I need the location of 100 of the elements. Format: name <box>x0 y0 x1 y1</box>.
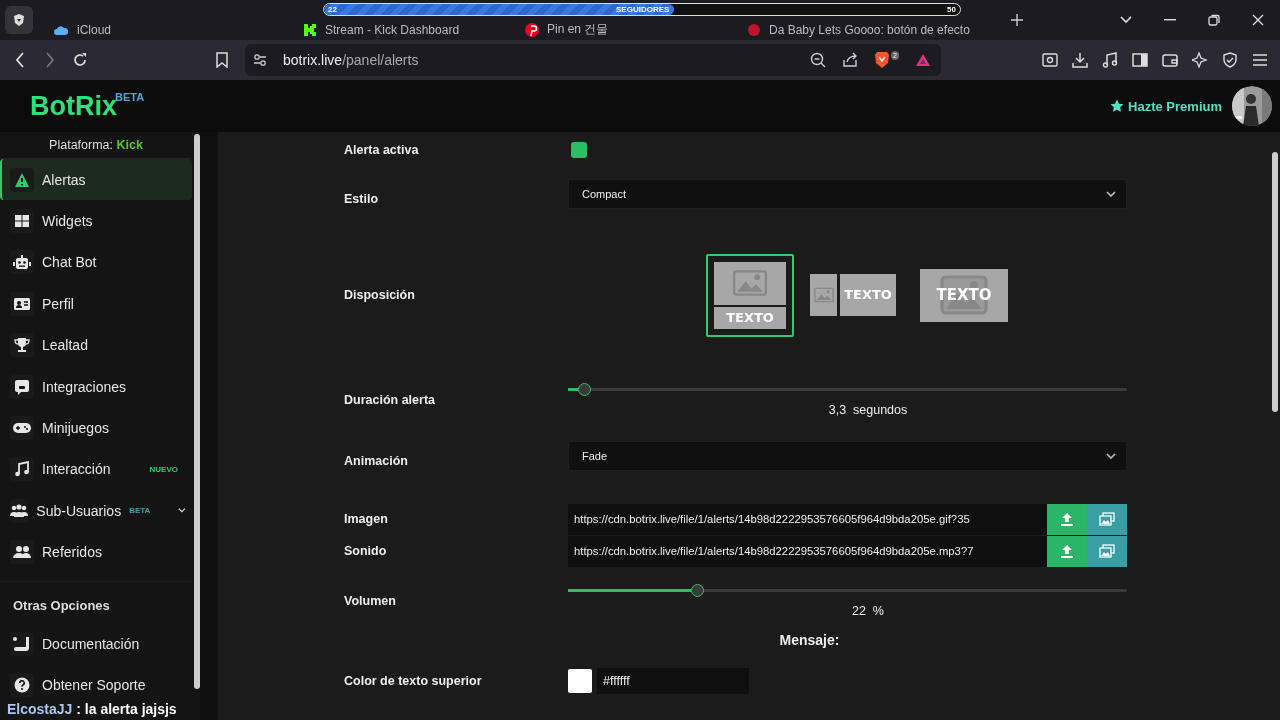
bookmark-icon <box>216 52 228 68</box>
slider[interactable] <box>568 584 1127 598</box>
sidebar-item[interactable]: Documentación <box>0 622 192 665</box>
sidebar-item[interactable]: Lealtad <box>0 324 192 366</box>
reload-icon <box>72 52 88 68</box>
field-label: Duración alerta <box>344 393 436 407</box>
slider-value: 3,3 segundos <box>828 403 908 417</box>
section-title: Otras Opciones <box>0 580 192 623</box>
field-label: Disposición <box>344 288 416 302</box>
download-icon <box>1072 52 1088 68</box>
grid-icon <box>14 213 30 230</box>
upload-icon <box>1060 512 1074 526</box>
sidebar-item[interactable]: Widgets <box>0 200 192 242</box>
wallet-icon <box>1162 52 1178 68</box>
field-label: Color de texto superior <box>344 674 483 688</box>
trophy-icon <box>14 337 30 354</box>
pin-logo-icon <box>525 22 539 37</box>
sidebar-item[interactable]: Sub-Usuarios BETA <box>0 490 192 532</box>
cloud-icon <box>53 23 69 36</box>
upload-icon <box>1060 544 1074 558</box>
chevron-down-icon <box>1106 190 1116 198</box>
shield-icon <box>12 13 26 27</box>
color-hex-input[interactable]: #ffffff <box>597 668 749 694</box>
sidebar-item[interactable]: Minijuegos <box>0 407 192 449</box>
sparkle-icon <box>1192 52 1208 68</box>
slider[interactable] <box>568 383 1127 397</box>
chevron-down-icon <box>1120 16 1132 24</box>
image-placeholder-icon <box>938 274 990 315</box>
sidebar-item[interactable]: Interacción NUEVO <box>0 448 192 491</box>
upload-button[interactable] <box>1047 503 1087 535</box>
minimize-icon <box>1164 19 1176 21</box>
field-label: Sonido <box>344 544 388 558</box>
warning-icon <box>14 171 30 188</box>
record-icon <box>747 22 761 37</box>
restore-icon <box>1208 14 1220 26</box>
sidebar-item[interactable]: Perfil <box>0 283 192 325</box>
scrollbar-thumb[interactable] <box>194 134 200 689</box>
sidebar-item[interactable]: Referidos <box>0 531 192 573</box>
close-icon <box>1252 14 1264 26</box>
chat-overlay-message: ElcostaJJ : la alerta jajsjs <box>7 701 177 717</box>
goal-start: 22 <box>328 5 337 14</box>
select-field[interactable]: Compact <box>568 179 1127 209</box>
people-icon <box>13 545 31 560</box>
browser-tab[interactable]: iCloud <box>33 19 283 40</box>
field-label: Estilo <box>344 192 380 206</box>
field-label: Alerta activa <box>344 143 420 157</box>
tag-label: NUEVO <box>149 464 178 474</box>
shield-check-icon <box>1222 52 1238 68</box>
sidebar-item[interactable]: Integraciones <box>0 365 192 408</box>
select-field[interactable]: Fade <box>568 441 1127 471</box>
sidebar-icon <box>1132 52 1148 68</box>
slider-value: 22 % <box>852 604 884 618</box>
star-icon <box>1110 99 1125 113</box>
url-input[interactable]: https://cdn.botrix.live/file/1/alerts/14b98d2222953576605f964d9bda205e.mp3?7 <box>568 535 1047 567</box>
gallery-button[interactable] <box>1087 535 1127 567</box>
color-swatch[interactable] <box>568 669 592 693</box>
sidebar-item[interactable]: Chat Bot <box>0 241 192 284</box>
browser-tab[interactable]: Da Baby Lets Goooo: botón de efecto <box>727 19 995 40</box>
image-placeholder-icon <box>813 287 834 303</box>
plus-icon <box>1011 14 1023 26</box>
lion-shield-icon[interactable] <box>874 51 891 69</box>
images-icon <box>1099 512 1115 526</box>
scroll-icon <box>13 635 31 652</box>
users-icon <box>10 502 29 519</box>
upload-button[interactable] <box>1047 535 1087 567</box>
browser-menu-button[interactable] <box>5 6 33 34</box>
active-checkbox[interactable] <box>571 142 587 158</box>
sidebar-item[interactable]: Alertas <box>0 159 192 201</box>
goal-label: SEGUIDORES <box>616 5 670 14</box>
kick-logo-icon <box>303 22 317 37</box>
slider-thumb[interactable] <box>578 383 592 396</box>
menu-icon <box>1252 53 1268 67</box>
browser-tab[interactable]: Pin en 건물 <box>505 19 727 40</box>
zoom-out-icon[interactable] <box>810 52 827 68</box>
botrix-logo[interactable]: BotRix$^{BETA}$ <box>30 90 145 122</box>
images-icon <box>1099 544 1115 558</box>
image-placeholder-icon <box>732 270 768 296</box>
site-settings-icon[interactable] <box>253 53 267 67</box>
scrollbar-thumb[interactable] <box>1272 152 1278 412</box>
premium-link[interactable]: Hazte Premium <box>1110 98 1222 114</box>
id-card-icon <box>14 296 30 311</box>
field-label: Volumen <box>344 594 397 608</box>
gallery-button[interactable] <box>1087 503 1127 535</box>
help-icon <box>14 677 30 693</box>
url-text: botrix.live/panel/alerts <box>283 52 419 68</box>
field-label: Animación <box>344 454 409 468</box>
chevron-down-icon[interactable] <box>178 507 186 515</box>
share-icon[interactable] <box>842 52 859 68</box>
url-input[interactable]: https://cdn.botrix.live/file/1/alerts/14b98d2222953576605f964d9bda205e.gif?35 <box>568 503 1047 535</box>
browser-tab[interactable]: Stream - Kick Dashboard <box>283 19 505 40</box>
user-avatar[interactable] <box>1232 86 1272 126</box>
chevron-down-icon <box>1106 452 1116 460</box>
triangle-icon[interactable] <box>915 53 931 67</box>
chat-icon <box>14 378 30 395</box>
screen-search-icon <box>1042 52 1058 68</box>
robot-icon <box>13 254 31 271</box>
slider-thumb[interactable] <box>690 584 704 597</box>
section-heading: Mensaje: <box>779 632 840 648</box>
tag-label: BETA <box>129 506 151 516</box>
field-label: Imagen <box>344 512 389 526</box>
